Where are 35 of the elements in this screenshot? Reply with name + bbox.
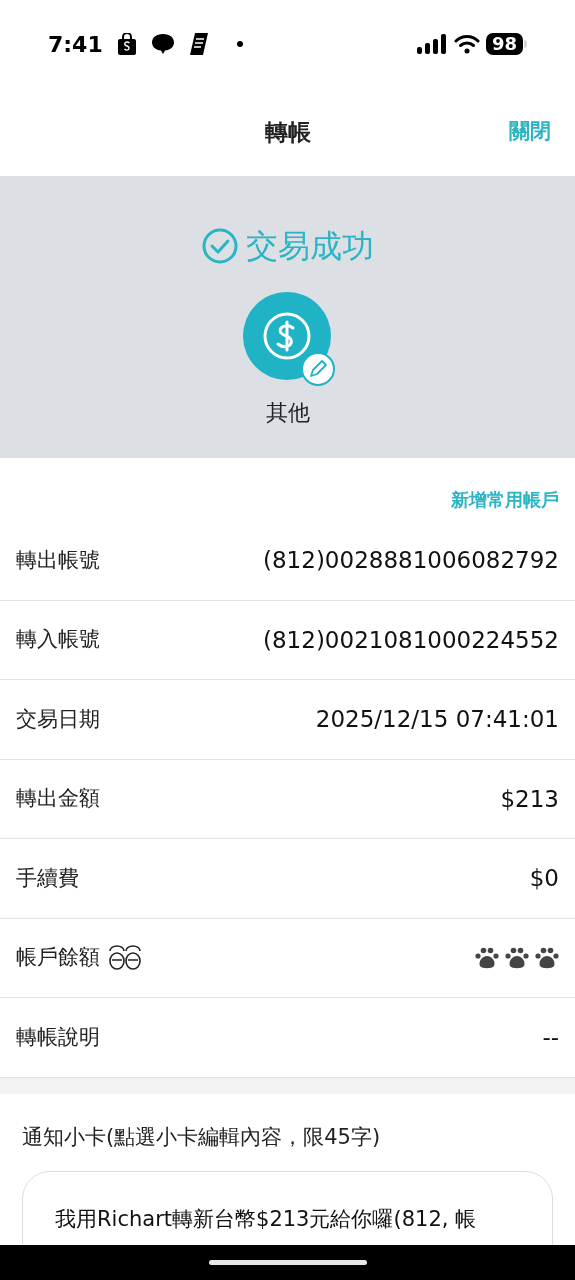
- notice-message: 我用Richart轉新台幣$213元給你囉(812, 帳: [55, 1206, 478, 1233]
- close-button[interactable]: 關閉: [509, 116, 551, 148]
- row-value: 2025/12/15 07:41:01: [315, 705, 559, 734]
- row-label: 交易日期: [16, 705, 100, 733]
- row-value: (812)0028881006082792: [263, 546, 559, 575]
- row-label: 轉入帳號: [16, 626, 100, 653]
- dollar-coin-icon: [242, 292, 331, 380]
- receipt-icon: [188, 32, 209, 56]
- paw-icon: [475, 946, 499, 969]
- notice-card-caption: 通知小卡(點選小卡編輯內容，限45字): [22, 1123, 382, 1151]
- page-title: 轉帳: [264, 117, 311, 147]
- row-label: 手續費: [16, 864, 79, 892]
- home-indicator[interactable]: [208, 1260, 367, 1265]
- wifi-icon: [453, 34, 480, 54]
- paw-icon: [535, 946, 559, 969]
- signal-icon: [415, 34, 446, 54]
- chat-bubble-icon: [150, 33, 175, 55]
- row-value: $213: [500, 784, 559, 814]
- row-value: --: [542, 1023, 559, 1052]
- check-circle-icon: [201, 228, 238, 264]
- row-value: $0: [529, 864, 559, 893]
- shopping-bag-icon: [116, 33, 137, 55]
- row-label: 帳戶餘額: [16, 944, 100, 971]
- paw-icon: [505, 946, 529, 969]
- row-label: 轉出帳號: [16, 546, 100, 574]
- category-label: 其他: [265, 399, 310, 427]
- eyes-closed-icon[interactable]: [108, 944, 142, 971]
- add-account-link[interactable]: 新增常用帳戶: [451, 486, 559, 513]
- success-message: 交易成功: [245, 226, 374, 267]
- edit-pencil-icon[interactable]: [300, 352, 335, 386]
- row-label: 轉出金額: [16, 785, 100, 812]
- battery-level: 98: [485, 33, 523, 55]
- status-time: 7:41: [48, 30, 103, 59]
- row-value: (812)0021081000224552: [263, 625, 559, 655]
- row-label: 轉帳說明: [16, 1023, 100, 1051]
